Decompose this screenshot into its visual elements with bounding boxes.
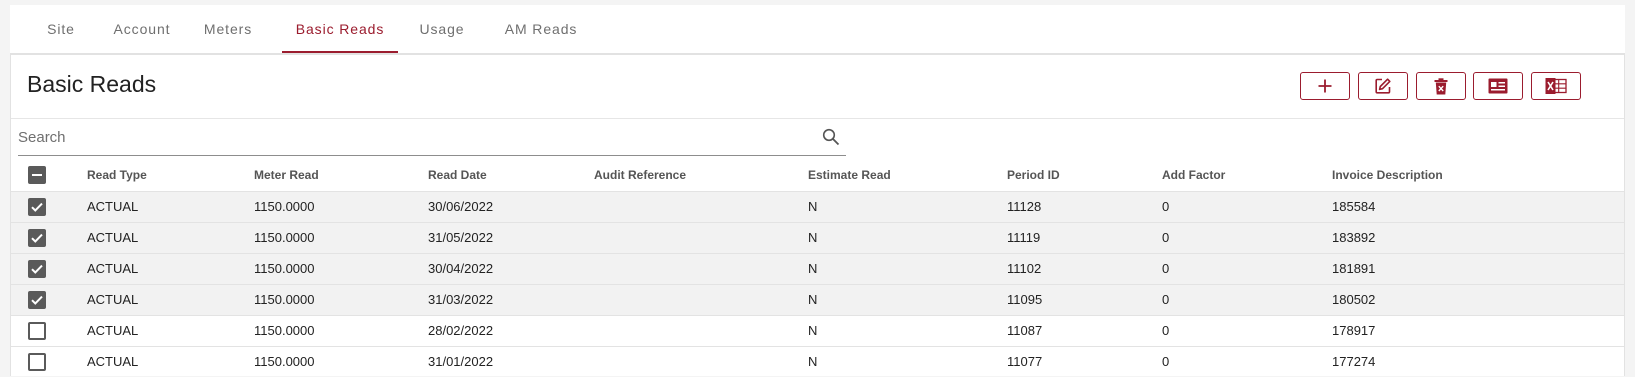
cell-period-id: 11087 xyxy=(1007,323,1043,338)
table-header: Read Type Meter Read Read Date Audit Ref… xyxy=(11,159,1624,191)
row-checkbox[interactable] xyxy=(28,198,46,216)
cell-add-factor: 0 xyxy=(1162,292,1170,307)
cell-add-factor: 0 xyxy=(1162,230,1170,245)
basic-reads-panel: Basic Reads Search Read Type Meter Read … xyxy=(10,54,1625,376)
trash-icon xyxy=(1434,77,1448,94)
cell-period-id: 11102 xyxy=(1007,261,1042,276)
check-icon xyxy=(31,264,43,274)
check-icon xyxy=(31,233,43,243)
cell-estimate-read: N xyxy=(808,230,818,245)
tab-meters[interactable]: Meters xyxy=(196,5,260,53)
cell-invoice-description: 180502 xyxy=(1332,292,1376,307)
cell-read-date: 31/03/2022 xyxy=(428,292,494,307)
cell-add-factor: 0 xyxy=(1162,323,1170,338)
tab-basic-reads[interactable]: Basic Reads xyxy=(282,5,398,53)
cell-read-type: ACTUAL xyxy=(87,230,139,245)
cell-period-id: 11128 xyxy=(1007,199,1042,214)
column-header-audit-reference[interactable]: Audit Reference xyxy=(594,159,686,191)
tab-usage[interactable]: Usage xyxy=(412,5,472,53)
column-header-estimate-read[interactable]: Estimate Read xyxy=(808,159,891,191)
cell-read-date: 30/06/2022 xyxy=(428,199,494,214)
column-header-meter-read[interactable]: Meter Read xyxy=(254,159,319,191)
cell-add-factor: 0 xyxy=(1162,261,1170,276)
table-row[interactable]: ACTUAL 1150.0000 30/04/2022 N 11102 0 181891 xyxy=(11,253,1624,284)
tab-bar: Site Account Meters Basic Reads Usage AM… xyxy=(10,5,1625,54)
cell-meter-read: 1150.0000 xyxy=(254,323,315,338)
cell-meter-read: 1150.0000 xyxy=(254,230,315,245)
table-row[interactable]: ACTUAL 1150.0000 31/01/2022 N 11077 0 177274 xyxy=(11,346,1624,377)
column-header-add-factor[interactable]: Add Factor xyxy=(1162,159,1225,191)
cell-meter-read: 1150.0000 xyxy=(254,354,315,369)
cell-meter-read: 1150.0000 xyxy=(254,292,315,307)
cell-estimate-read: N xyxy=(808,323,818,338)
tab-am-reads[interactable]: AM Reads xyxy=(497,5,585,53)
row-checkbox[interactable] xyxy=(28,353,46,371)
cell-read-date: 31/05/2022 xyxy=(428,230,494,245)
cell-invoice-description: 177274 xyxy=(1332,354,1376,369)
cell-add-factor: 0 xyxy=(1162,199,1170,214)
cell-invoice-description: 178917 xyxy=(1332,323,1376,338)
column-header-invoice-description[interactable]: Invoice Description xyxy=(1332,159,1443,191)
cell-estimate-read: N xyxy=(808,354,818,369)
cell-period-id: 11095 xyxy=(1007,292,1043,307)
export-excel-button[interactable] xyxy=(1531,72,1581,100)
cell-read-date: 28/02/2022 xyxy=(428,323,494,338)
search-input[interactable] xyxy=(18,127,778,147)
column-header-read-date[interactable]: Read Date xyxy=(428,159,487,191)
cell-invoice-description: 185584 xyxy=(1332,199,1376,214)
cell-meter-read: 1150.0000 xyxy=(254,199,315,214)
select-all-checkbox[interactable] xyxy=(28,166,46,184)
cell-read-type: ACTUAL xyxy=(87,261,139,276)
cell-invoice-description: 181891 xyxy=(1332,261,1376,276)
table-row[interactable]: ACTUAL 1150.0000 28/02/2022 N 11087 0 178917 xyxy=(11,315,1624,346)
plus-icon xyxy=(1318,79,1332,93)
check-icon xyxy=(31,202,43,212)
row-checkbox[interactable] xyxy=(28,260,46,278)
cell-period-id: 11077 xyxy=(1007,354,1043,369)
page-title: Basic Reads xyxy=(27,71,157,97)
cell-invoice-description: 183892 xyxy=(1332,230,1376,245)
search-icon[interactable] xyxy=(822,128,840,146)
row-checkbox[interactable] xyxy=(28,229,46,247)
cell-estimate-read: N xyxy=(808,261,818,276)
edit-icon xyxy=(1375,78,1391,94)
row-checkbox[interactable] xyxy=(28,291,46,309)
cell-read-date: 31/01/2022 xyxy=(428,354,494,369)
id-card-icon xyxy=(1488,78,1508,94)
cell-estimate-read: N xyxy=(808,292,818,307)
tab-site[interactable]: Site xyxy=(35,5,87,53)
cell-read-type: ACTUAL xyxy=(87,323,139,338)
cell-add-factor: 0 xyxy=(1162,354,1170,369)
cell-read-date: 30/04/2022 xyxy=(428,261,494,276)
edit-button[interactable] xyxy=(1358,72,1408,100)
cell-read-type: ACTUAL xyxy=(87,292,139,307)
details-button[interactable] xyxy=(1473,72,1523,100)
search-field[interactable] xyxy=(18,119,846,156)
column-header-read-type[interactable]: Read Type xyxy=(87,159,147,191)
table-row[interactable]: ACTUAL 1150.0000 30/06/2022 N 11128 0 185584 xyxy=(11,191,1624,222)
check-icon xyxy=(31,295,43,305)
cell-meter-read: 1150.0000 xyxy=(254,261,315,276)
delete-button[interactable] xyxy=(1416,72,1466,100)
column-header-period-id[interactable]: Period ID xyxy=(1007,159,1060,191)
table-row[interactable]: ACTUAL 1150.0000 31/03/2022 N 11095 0 180502 xyxy=(11,284,1624,315)
cell-read-type: ACTUAL xyxy=(87,354,139,369)
tab-account[interactable]: Account xyxy=(107,5,177,53)
cell-period-id: 11119 xyxy=(1007,230,1041,245)
excel-icon xyxy=(1545,78,1567,94)
row-checkbox[interactable] xyxy=(28,322,46,340)
table-row[interactable]: ACTUAL 1150.0000 31/05/2022 N 11119 0 183892 xyxy=(11,222,1624,253)
add-button[interactable] xyxy=(1300,72,1350,100)
cell-read-type: ACTUAL xyxy=(87,199,139,214)
cell-estimate-read: N xyxy=(808,199,818,214)
